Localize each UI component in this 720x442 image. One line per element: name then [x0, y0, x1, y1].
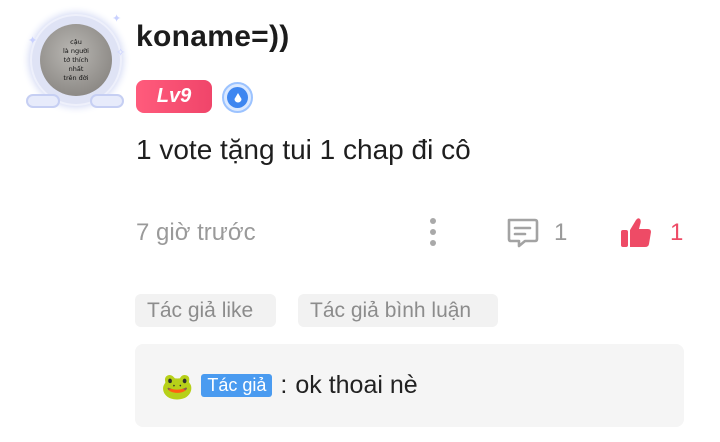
like-count: 1	[670, 219, 684, 246]
more-vertical-icon	[430, 240, 436, 246]
sparkle-icon: ✧	[116, 47, 126, 59]
avatar-text-line: nhất	[68, 64, 84, 73]
thumbs-up-icon	[621, 218, 651, 247]
reply-text: ok thoai nè	[295, 371, 418, 399]
sparkle-icon: ✦	[112, 13, 122, 25]
cloud-decoration	[26, 94, 60, 108]
level-badge-label: Lv9	[156, 85, 192, 107]
author-badge: Tác giả	[201, 374, 273, 397]
rank-badge-icon	[222, 82, 253, 113]
avatar[interactable]: cậu là người tớ thích nhất trên đời ✦ ✦ …	[26, 14, 126, 108]
like-button[interactable]: 1	[618, 212, 688, 254]
more-options-button[interactable]	[420, 212, 446, 252]
comment-text: 1 vote tặng tui 1 chap đi cô	[136, 134, 471, 165]
username[interactable]: koname=))	[136, 20, 290, 54]
cloud-decoration	[90, 94, 124, 108]
avatar-text-line: là người	[62, 46, 89, 55]
author-reply[interactable]: 🐸 Tác giả : ok thoai nè	[135, 344, 684, 427]
avatar-text-line: trên đời	[63, 73, 89, 82]
drop-icon	[234, 92, 241, 102]
avatar-image: cậu là người tớ thích nhất trên đời	[40, 24, 112, 96]
reply-count: 1	[554, 219, 568, 246]
frog-icon: 🐸	[161, 370, 194, 401]
avatar-text-line: tớ thích	[63, 55, 89, 64]
more-vertical-icon	[430, 229, 436, 235]
reply-separator: :	[280, 371, 288, 399]
author-comment-tag: Tác giả bình luận	[298, 294, 498, 327]
timestamp: 7 giờ trước	[136, 219, 256, 246]
reply-button[interactable]: 1	[504, 212, 584, 254]
sparkle-icon: ✦	[28, 35, 38, 47]
avatar-text-line: cậu	[70, 37, 82, 46]
comment-icon	[507, 218, 539, 248]
more-vertical-icon	[430, 218, 436, 224]
level-badge: Lv9	[136, 80, 212, 113]
author-like-tag: Tác giả like	[135, 294, 276, 327]
rank-badge-core	[227, 87, 248, 108]
